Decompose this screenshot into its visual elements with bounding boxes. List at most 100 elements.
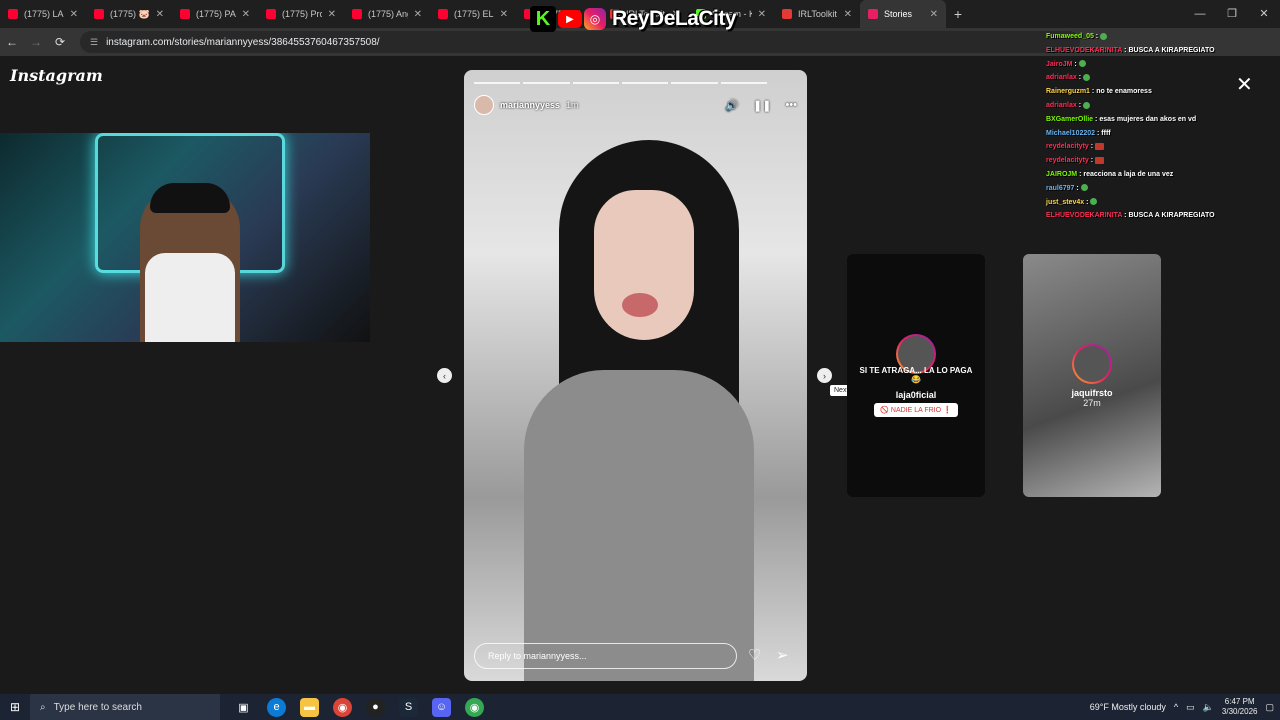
active-story[interactable]: mariannyyess 1m 🔊 ❚❚ ••• Reply to marian… — [464, 70, 807, 681]
tab-close-icon[interactable]: ✕ — [242, 9, 250, 20]
file-explorer-icon[interactable]: ▬ — [300, 697, 319, 717]
browser-tab[interactable]: (1775) PA... ✕ — [172, 0, 258, 28]
story-photo-face — [594, 190, 694, 340]
tab-close-icon[interactable]: ✕ — [156, 9, 164, 20]
edge-icon[interactable]: e — [267, 697, 286, 717]
browser-tab[interactable]: (1775) LA... ✕ — [0, 0, 86, 28]
story-photo-lips — [622, 293, 658, 317]
chat-username: JAIROJM — [1046, 170, 1078, 178]
previous-story-button[interactable]: ‹ — [437, 368, 452, 383]
tab-favicon-icon — [868, 9, 878, 19]
reply-input[interactable]: Reply to mariannyyess... — [474, 643, 737, 669]
steam-icon[interactable]: S — [399, 697, 418, 717]
forward-icon[interactable]: → — [24, 35, 48, 49]
volume-tray-icon[interactable]: 🔈 — [1203, 702, 1214, 713]
next-story-preview-2[interactable]: jaquifrsto 27m — [1023, 254, 1161, 497]
chat-username: ELHUEVODEKARINITA — [1046, 212, 1123, 220]
tab-favicon-icon — [94, 9, 104, 19]
browser-tab[interactable]: (1775) Pro... ✕ — [258, 0, 344, 28]
chat-username: Fumaweed_05 — [1046, 33, 1094, 40]
tab-close-icon[interactable]: ✕ — [758, 9, 766, 20]
discord-icon[interactable]: ☺ — [432, 697, 451, 717]
browser-tab[interactable]: (1775) EL C... ✕ — [430, 0, 516, 28]
chat-text: BUSCA A KIRAPREGIATO — [1128, 212, 1215, 220]
tab-favicon-icon — [266, 9, 276, 19]
preview-username: jaquifrsto — [1071, 387, 1113, 398]
browser-tab[interactable]: IRLToolkit - ✕ — [774, 0, 860, 28]
close-window-icon[interactable]: ✕ — [1248, 0, 1280, 28]
search-placeholder: Type here to search — [53, 701, 142, 713]
tab-close-icon[interactable]: ✕ — [500, 9, 508, 20]
chat-separator: : — [1072, 60, 1079, 68]
weather-text[interactable]: 69°F Mostly cloudy — [1090, 702, 1166, 712]
preview-time: 27m — [1083, 397, 1101, 408]
chrome-active-icon[interactable]: ◉ — [465, 697, 484, 717]
next-story-button[interactable]: › — [817, 368, 832, 383]
preview-username: laja0ficial — [895, 390, 937, 400]
tab-favicon-icon — [782, 9, 792, 19]
task-view-icon[interactable]: ▣ — [234, 698, 253, 717]
tab-title: (1775) PA... — [196, 9, 236, 19]
tab-close-icon[interactable]: ✕ — [70, 9, 78, 20]
story-time: 1m — [566, 100, 579, 110]
preview-caption: SI TE ATRAGA... LA LO PAGA 😂 — [859, 366, 973, 384]
windows-start-icon[interactable]: ⊞ — [0, 700, 30, 714]
chat-text: no te enamoress — [1096, 88, 1152, 96]
clock[interactable]: 6:47 PM 3/30/2026 — [1222, 697, 1258, 717]
url-field[interactable]: ☰ instagram.com/stories/mariannyyess/386… — [80, 31, 1080, 53]
notification-icon[interactable]: ▢ — [1265, 702, 1274, 713]
chrome-icon[interactable]: ◉ — [333, 697, 352, 717]
browser-tab[interactable]: (1775) 🐷 ✕ — [86, 0, 172, 28]
obs-icon[interactable]: ● — [366, 697, 385, 717]
volume-icon[interactable]: 🔊 — [725, 99, 739, 112]
minimize-icon[interactable]: — — [1184, 0, 1216, 28]
chat-text: reacciona a laja de una vez — [1083, 170, 1174, 178]
tab-title: (1775) LA... — [24, 9, 64, 19]
maximize-icon[interactable]: ❐ — [1216, 0, 1248, 28]
browser-tab[interactable]: Stories ✕ — [860, 0, 946, 28]
tray-chevron-icon[interactable]: ^ — [1174, 702, 1178, 712]
share-send-icon[interactable]: ➢ — [776, 646, 789, 664]
story-username[interactable]: mariannyyess — [500, 100, 560, 110]
chat-message: adrianlax : — [1046, 71, 1246, 85]
pause-icon[interactable]: ❚❚ — [753, 99, 771, 112]
back-icon[interactable]: ← — [0, 35, 24, 49]
story-header: mariannyyess 1m 🔊 ❚❚ ••• — [474, 94, 797, 116]
chat-emote-icon — [1100, 32, 1108, 40]
instagram-logo[interactable]: Instagram — [10, 66, 103, 85]
chat-username: Michael102202 — [1046, 129, 1096, 137]
preview-chip: 🚫 NADIE LA FRIO ❗ — [874, 403, 958, 417]
network-icon[interactable]: ▭ — [1186, 702, 1195, 713]
more-options-icon[interactable]: ••• — [785, 99, 797, 112]
clock-time: 6:47 PM — [1224, 697, 1255, 706]
chat-username: adrianlax — [1046, 101, 1077, 109]
chat-username: ELHUEVODEKARINITA — [1046, 46, 1123, 54]
reload-icon[interactable]: ⟳ — [48, 35, 72, 49]
streamer-shirt — [145, 253, 235, 342]
chat-message: BXGamerOllie : esas mujeres dan akos en … — [1046, 113, 1246, 127]
chat-username: JairoJM — [1046, 60, 1073, 68]
site-info-icon[interactable]: ☰ — [90, 37, 98, 48]
streamer-webcam — [0, 133, 370, 342]
browser-tab[interactable]: (1775) Ang... ✕ — [344, 0, 430, 28]
streamer-headset — [150, 183, 230, 213]
next-story-preview-1[interactable]: SI TE ATRAGA... LA LO PAGA 😂 laja0ficial… — [847, 254, 985, 497]
tab-close-icon[interactable]: ✕ — [930, 9, 938, 20]
chat-message: reydelacityty : — [1046, 154, 1246, 168]
chat-message: raul6797 : — [1046, 182, 1246, 196]
chat-separator: : — [1074, 184, 1081, 192]
tab-favicon-icon — [438, 9, 448, 19]
chat-emote-icon — [1078, 60, 1086, 68]
chat-emote-icon — [1095, 156, 1105, 164]
like-heart-icon[interactable]: ♡ — [748, 646, 761, 664]
story-avatar[interactable] — [474, 95, 494, 115]
story-progress-bars — [474, 82, 767, 84]
tab-close-icon[interactable]: ✕ — [844, 9, 852, 20]
chat-emote-icon — [1090, 198, 1098, 206]
taskbar-search[interactable]: ⌕ Type here to search — [30, 694, 220, 720]
new-tab-button[interactable]: + — [946, 6, 970, 22]
chat-message: JairoJM : — [1046, 58, 1246, 72]
story-photo-body — [524, 370, 754, 681]
tab-close-icon[interactable]: ✕ — [414, 9, 422, 20]
tab-close-icon[interactable]: ✕ — [328, 9, 336, 20]
